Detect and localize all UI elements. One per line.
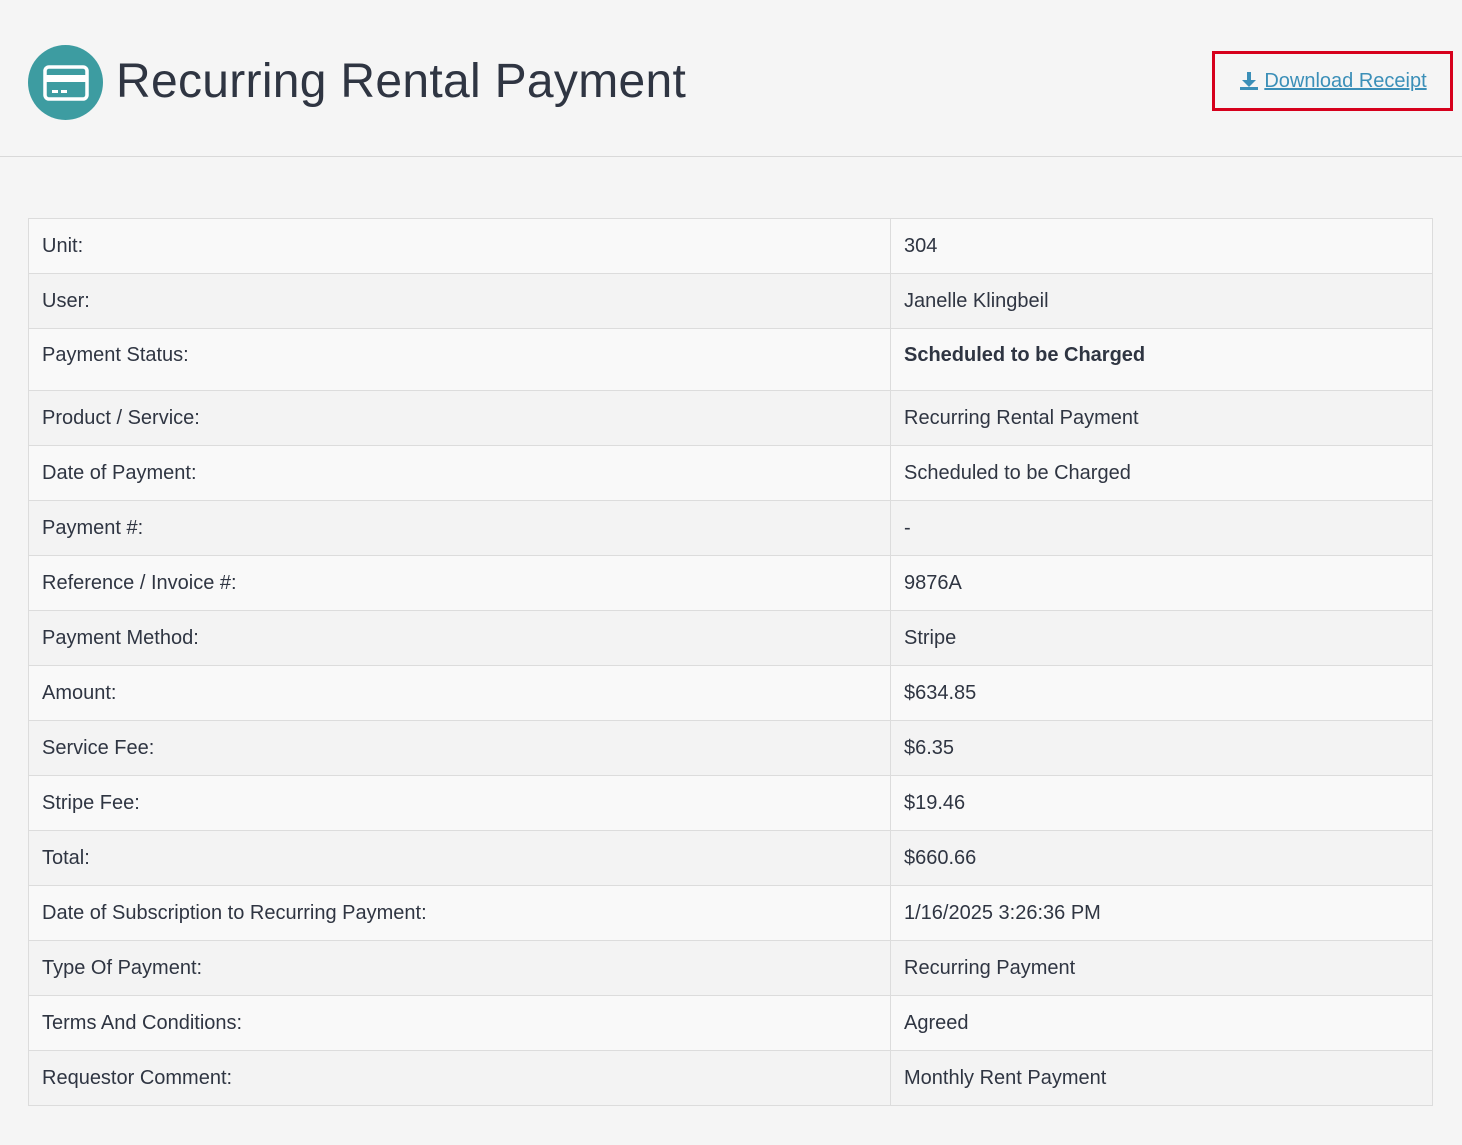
table-row: Payment Status: Scheduled to be Charged <box>28 328 1433 391</box>
row-label-payment-method: Payment Method: <box>28 610 891 666</box>
row-value-reference-invoice: 9876A <box>890 555 1433 611</box>
payment-details-table: Unit: 304 User: Janelle Klingbeil Paymen… <box>28 218 1433 1106</box>
credit-card-icon <box>28 45 103 120</box>
table-row: Requestor Comment: Monthly Rent Payment <box>28 1050 1433 1106</box>
row-label-type-of-payment: Type Of Payment: <box>28 940 891 996</box>
download-receipt-label: Download Receipt <box>1264 69 1427 92</box>
row-value-unit: 304 <box>890 218 1433 274</box>
row-value-user: Janelle Klingbeil <box>890 273 1433 329</box>
table-row: Reference / Invoice #: 9876A <box>28 555 1433 611</box>
table-row: Type Of Payment: Recurring Payment <box>28 940 1433 996</box>
table-row: User: Janelle Klingbeil <box>28 273 1433 329</box>
row-label-total: Total: <box>28 830 891 886</box>
row-value-payment-number: - <box>890 500 1433 556</box>
row-label-payment-number: Payment #: <box>28 500 891 556</box>
table-row: Amount: $634.85 <box>28 665 1433 721</box>
row-label-unit: Unit: <box>28 218 891 274</box>
page-header: Recurring Rental Payment Download Receip… <box>0 0 1462 157</box>
table-row: Payment #: - <box>28 500 1433 556</box>
table-row: Payment Method: Stripe <box>28 610 1433 666</box>
row-label-reference-invoice: Reference / Invoice #: <box>28 555 891 611</box>
row-value-product-service: Recurring Rental Payment <box>890 390 1433 446</box>
download-icon <box>1238 70 1260 92</box>
table-row: Terms And Conditions: Agreed <box>28 995 1433 1051</box>
table-row: Stripe Fee: $19.46 <box>28 775 1433 831</box>
table-row: Date of Subscription to Recurring Paymen… <box>28 885 1433 941</box>
download-receipt-highlight: Download Receipt <box>1212 51 1453 111</box>
table-row: Unit: 304 <box>28 218 1433 274</box>
table-row: Product / Service: Recurring Rental Paym… <box>28 390 1433 446</box>
row-label-date-of-payment: Date of Payment: <box>28 445 891 501</box>
row-value-payment-method: Stripe <box>890 610 1433 666</box>
table-row: Date of Payment: Scheduled to be Charged <box>28 445 1433 501</box>
row-value-type-of-payment: Recurring Payment <box>890 940 1433 996</box>
row-value-total: $660.66 <box>890 830 1433 886</box>
row-label-amount: Amount: <box>28 665 891 721</box>
row-label-stripe-fee: Stripe Fee: <box>28 775 891 831</box>
table-row: Total: $660.66 <box>28 830 1433 886</box>
row-value-service-fee: $6.35 <box>890 720 1433 776</box>
row-value-payment-status: Scheduled to be Charged <box>890 328 1433 391</box>
row-value-date-of-payment: Scheduled to be Charged <box>890 445 1433 501</box>
row-value-terms-and-conditions: Agreed <box>890 995 1433 1051</box>
page-title: Recurring Rental Payment <box>116 55 687 108</box>
row-value-stripe-fee: $19.46 <box>890 775 1433 831</box>
row-label-service-fee: Service Fee: <box>28 720 891 776</box>
row-label-user: User: <box>28 273 891 329</box>
download-receipt-link[interactable]: Download Receipt <box>1238 69 1427 93</box>
table-row: Service Fee: $6.35 <box>28 720 1433 776</box>
row-value-subscription-date: 1/16/2025 3:26:36 PM <box>890 885 1433 941</box>
row-label-requestor-comment: Requestor Comment: <box>28 1050 891 1106</box>
row-label-subscription-date: Date of Subscription to Recurring Paymen… <box>28 885 891 941</box>
row-label-product-service: Product / Service: <box>28 390 891 446</box>
row-value-amount: $634.85 <box>890 665 1433 721</box>
row-label-payment-status: Payment Status: <box>28 328 891 391</box>
row-label-terms-and-conditions: Terms And Conditions: <box>28 995 891 1051</box>
row-value-requestor-comment: Monthly Rent Payment <box>890 1050 1433 1106</box>
